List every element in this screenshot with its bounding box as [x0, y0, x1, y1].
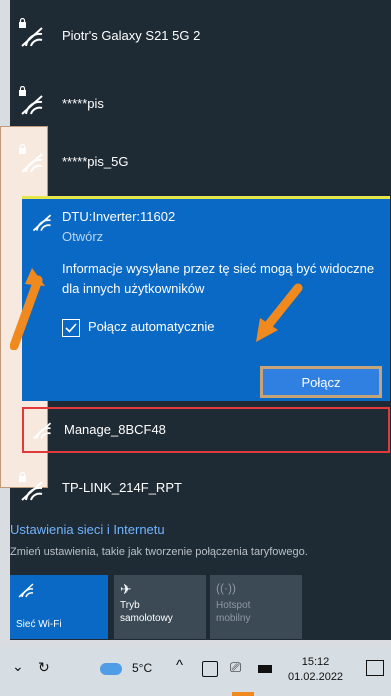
airplane-icon: ✈ — [120, 581, 132, 597]
network-name: Piotr's Galaxy S21 5G 2 — [62, 28, 201, 43]
tile-airplane-mode[interactable]: ✈ Tryb samolotowy — [114, 575, 206, 639]
wifi-icon — [21, 481, 43, 501]
weather-temperature[interactable]: 5°C — [132, 661, 152, 675]
tile-label: Tryb samolotowy — [120, 600, 173, 624]
weather-icon[interactable] — [100, 663, 122, 675]
checkmark-icon — [65, 323, 77, 333]
wifi-icon — [32, 214, 52, 232]
show-hidden-icons-icon[interactable]: ^ — [176, 657, 183, 674]
network-settings-link[interactable]: Ustawienia sieci i Internetu — [10, 522, 165, 537]
tile-label: Sieć Wi-Fi — [16, 619, 62, 630]
refresh-icon[interactable]: ↻ — [38, 659, 50, 676]
tile-wifi[interactable]: Sieć Wi-Fi — [10, 575, 108, 639]
network-name: *****pis_5G — [62, 154, 129, 169]
chevron-down-icon[interactable]: ⌄ — [12, 658, 24, 675]
hotspot-icon: ((·)) — [216, 581, 236, 595]
battery-icon[interactable] — [258, 665, 272, 673]
network-settings-description: Zmień ustawienia, takie jak tworzenie po… — [10, 546, 308, 558]
security-icon[interactable] — [202, 661, 218, 677]
tile-mobile-hotspot[interactable]: ((·)) Hotspot mobilny — [210, 575, 302, 639]
annotation-arrow-left — [10, 268, 45, 350]
network-name: TP-LINK_214F_RPT — [62, 480, 182, 495]
auto-connect-checkbox[interactable] — [62, 319, 80, 337]
network-security-info: Informacje wysyłane przez tę sieć mogą b… — [62, 261, 375, 296]
network-item-2[interactable]: *****pis — [10, 76, 391, 132]
wifi-icon — [21, 95, 43, 115]
wifi-icon — [18, 583, 34, 598]
auto-connect-label: Połącz automatycznie — [88, 319, 215, 334]
clock[interactable]: 15:12 01.02.2022 — [288, 655, 343, 685]
network-item-3[interactable]: *****pis_5G — [10, 134, 391, 190]
expanded-network-panel[interactable]: DTU:Inverter:11602 Otwórz Informacje wys… — [22, 196, 390, 401]
taskbar: ⌄ ↻ 5°C ^ ⎚ 15:12 01.02.2022 — [0, 646, 391, 696]
network-item-1[interactable]: Piotr's Galaxy S21 5G 2 — [10, 8, 391, 64]
connect-button[interactable]: Połącz — [260, 366, 382, 398]
wifi-icon — [32, 422, 52, 440]
wifi-icon — [21, 153, 43, 173]
clock-date: 01.02.2022 — [288, 671, 344, 683]
clock-time: 15:12 — [301, 656, 330, 668]
network-tray-icon[interactable]: ⎚ — [230, 659, 241, 676]
wifi-icon — [21, 27, 43, 47]
network-name: DTU:Inverter:11602 — [62, 209, 176, 224]
notification-icon[interactable] — [366, 660, 384, 676]
network-item-tplink[interactable]: TP-LINK_214F_RPT — [10, 462, 391, 518]
network-status: Otwórz — [62, 229, 104, 244]
network-name: Manage_8BCF48 — [64, 422, 166, 437]
network-item-manage[interactable]: Manage_8BCF48 — [22, 407, 390, 453]
network-name: *****pis — [62, 96, 104, 111]
annotation-arrow-right — [256, 283, 303, 342]
tile-label: Hotspot mobilny — [216, 600, 251, 624]
annotation-marker — [232, 692, 254, 696]
